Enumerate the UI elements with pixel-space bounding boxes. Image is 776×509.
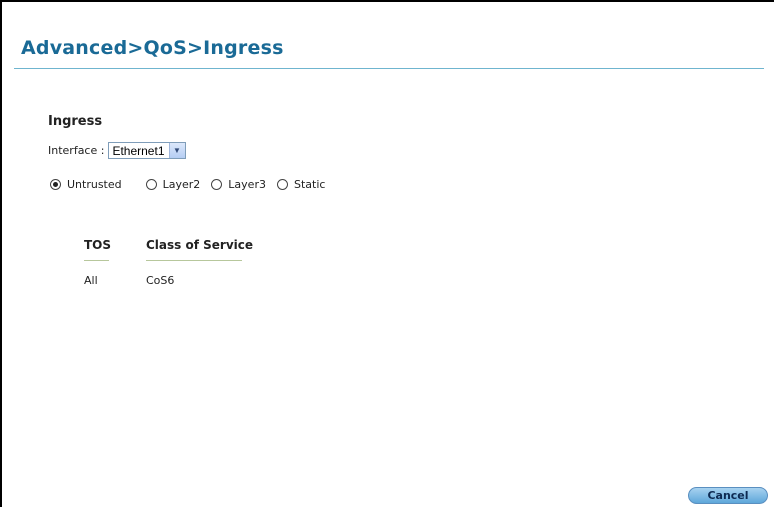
interface-selected-value: Ethernet1 <box>112 143 165 158</box>
radio-layer2[interactable]: Layer2 <box>145 178 201 191</box>
header-underline <box>84 260 109 261</box>
page-title: Advanced>QoS>Ingress <box>21 37 284 59</box>
radio-label-static: Static <box>293 178 326 191</box>
table-cell-tos: All <box>84 274 98 287</box>
radio-label-untrusted: Untrusted <box>67 178 122 191</box>
table-cell-cos: CoS6 <box>146 274 175 287</box>
radio-unselected-icon[interactable] <box>211 179 223 190</box>
trust-mode-radio-group: Untrusted Layer2 Layer3 Static <box>48 178 325 191</box>
page-frame: Advanced>QoS>Ingress Ingress Interface :… <box>0 0 774 507</box>
interface-row: Interface : Ethernet1 ▼ <box>48 142 186 159</box>
radio-unselected-icon[interactable] <box>276 179 288 190</box>
section-heading: Ingress <box>48 114 103 129</box>
header-underline <box>146 260 242 261</box>
radio-untrusted[interactable]: Untrusted <box>50 178 122 191</box>
interface-select[interactable]: Ethernet1 ▼ <box>108 142 186 159</box>
radio-label-layer3: Layer3 <box>228 178 266 191</box>
radio-unselected-icon[interactable] <box>145 179 157 190</box>
radio-label-layer2: Layer2 <box>162 178 201 191</box>
column-header-tos: TOS <box>84 238 112 252</box>
cancel-button[interactable]: Cancel <box>688 487 768 504</box>
radio-layer3[interactable]: Layer3 <box>211 178 266 191</box>
radio-selected-icon[interactable] <box>50 179 61 190</box>
radio-static[interactable]: Static <box>276 178 326 191</box>
column-header-class-of-service: Class of Service <box>146 238 254 252</box>
title-divider <box>14 68 764 69</box>
interface-label: Interface : <box>48 144 105 157</box>
chevron-down-icon[interactable]: ▼ <box>168 143 185 158</box>
